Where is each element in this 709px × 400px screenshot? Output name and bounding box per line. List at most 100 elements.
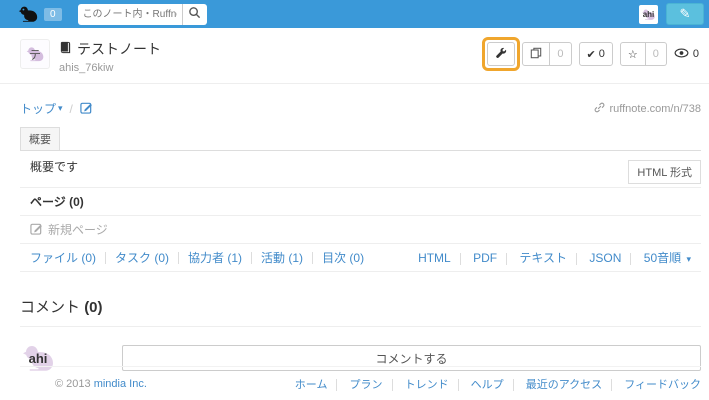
separator <box>312 252 313 264</box>
summary-text: 概要です <box>30 160 78 174</box>
pages-header-text: ページ (0) <box>30 193 84 210</box>
link-pdf[interactable]: PDF <box>473 251 497 265</box>
watch-count: 0 <box>674 48 699 61</box>
footer-links: ホーム プラン トレンド ヘルプ 最近のアクセス フィードバック <box>295 376 701 392</box>
link-json[interactable]: JSON <box>589 251 621 265</box>
pencil-icon: ✎ <box>680 6 691 22</box>
book-icon <box>59 41 72 57</box>
settings-button-wrapper <box>487 42 515 66</box>
separator <box>630 253 631 265</box>
comments-divider <box>20 326 701 327</box>
note-avatar-label: テ <box>29 46 41 63</box>
copyright-text: © 2013 <box>55 378 91 390</box>
star-button-group: ☆ 0 <box>620 42 667 66</box>
copyright: © 2013 mindia Inc. <box>20 378 147 390</box>
user-avatar[interactable]: ahi <box>639 5 658 24</box>
comment-avatar-label: ahi <box>29 351 48 366</box>
breadcrumb-edit-button[interactable] <box>80 101 93 117</box>
separator <box>458 379 459 391</box>
link-tasks[interactable]: タスク (0) <box>115 249 169 266</box>
separator <box>392 379 393 391</box>
star-button[interactable]: ☆ <box>620 42 646 66</box>
link-activity[interactable]: 活動 (1) <box>261 249 303 266</box>
navbar: 0 ahi ✎ <box>0 0 709 28</box>
note-links-row: ファイル (0) タスク (0) 協力者 (1) 活動 (1) 目次 (0) H… <box>20 244 701 272</box>
footer-link-help[interactable]: ヘルプ <box>471 379 504 391</box>
footer: © 2013 mindia Inc. ホーム プラン トレンド ヘルプ 最近のア… <box>20 366 701 394</box>
settings-button[interactable] <box>487 42 515 66</box>
check-button[interactable]: ✔ 0 <box>579 42 613 66</box>
pages-header: ページ (0) <box>20 188 701 216</box>
comments-header-label: コメント <box>20 299 80 316</box>
footer-link-recent-access[interactable]: 最近のアクセス <box>526 379 602 391</box>
note-url-text: ruffnote.com/n/738 <box>609 103 701 115</box>
header-divider <box>0 83 709 84</box>
link-toc[interactable]: 目次 (0) <box>322 249 364 266</box>
link-files[interactable]: ファイル (0) <box>30 249 96 266</box>
search-input[interactable] <box>78 4 182 25</box>
watch-count-value: 0 <box>693 48 699 60</box>
footer-link-feedback[interactable]: フィードバック <box>624 379 701 391</box>
note-header: テ テストノート ahis_76kiw <box>20 28 701 83</box>
link-icon <box>594 102 605 116</box>
note-toolbar: 0 ✔ 0 ☆ 0 0 <box>487 39 701 66</box>
copy-count[interactable]: 0 <box>550 42 571 66</box>
breadcrumb: トップ ▾ / ruffnote.com/n/738 <box>20 100 701 117</box>
navbar-right: ahi ✎ <box>639 3 704 25</box>
comments-header: コメント (0) <box>20 296 701 317</box>
note-title-text: テストノート <box>77 39 161 59</box>
sort-label: 50音順 <box>644 251 681 265</box>
new-note-button[interactable]: ✎ <box>666 3 704 25</box>
notification-badge[interactable]: 0 <box>44 8 62 21</box>
separator <box>576 253 577 265</box>
bird-logo-icon[interactable] <box>17 3 39 25</box>
check-count: 0 <box>599 48 605 60</box>
note-titles: テストノート ahis_76kiw <box>59 39 161 74</box>
star-count[interactable]: 0 <box>646 42 667 66</box>
tab-summary[interactable]: 概要 <box>20 127 60 151</box>
note-url: ruffnote.com/n/738 <box>594 102 701 116</box>
edit-square-icon <box>30 222 43 238</box>
search-icon <box>188 6 201 22</box>
comments-header-count: (0) <box>84 299 102 316</box>
note-owner: ahis_76kiw <box>59 62 161 74</box>
separator <box>460 253 461 265</box>
caret-down-icon[interactable]: ▾ <box>58 103 63 114</box>
breadcrumb-separator: / <box>70 102 73 116</box>
separator <box>336 379 337 391</box>
footer-link-plan[interactable]: プラン <box>350 379 383 391</box>
footer-link-trend[interactable]: トレンド <box>405 379 449 391</box>
link-text[interactable]: テキスト <box>519 251 567 265</box>
sort-dropdown[interactable]: 50音順 ▾ <box>644 251 691 265</box>
company-link[interactable]: mindia Inc. <box>94 378 147 390</box>
search-box <box>78 4 207 25</box>
user-avatar-label: ahi <box>643 10 655 19</box>
eye-icon <box>674 48 689 61</box>
star-icon: ☆ <box>628 48 638 61</box>
page-title: テストノート <box>59 39 161 59</box>
check-icon: ✔ <box>587 48 596 61</box>
copy-button[interactable] <box>522 42 550 66</box>
separator <box>251 252 252 264</box>
copy-icon <box>530 47 542 62</box>
breadcrumb-top-link[interactable]: トップ <box>20 100 56 117</box>
new-page-button[interactable]: 新規ページ <box>20 216 701 244</box>
caret-down-icon: ▾ <box>686 254 691 264</box>
edit-square-icon <box>80 103 93 117</box>
separator <box>506 253 507 265</box>
summary-panel: 概要 概要です HTML 形式 ページ (0) 新規ページ ファイル (0) タ… <box>20 126 701 272</box>
separator <box>105 252 106 264</box>
html-format-button[interactable]: HTML 形式 <box>628 160 701 184</box>
comments-section: コメント (0) ahi コメントする <box>20 296 701 376</box>
footer-link-home[interactable]: ホーム <box>295 379 328 391</box>
link-html[interactable]: HTML <box>418 251 451 265</box>
copy-button-group: 0 <box>522 42 571 66</box>
link-collaborators[interactable]: 協力者 (1) <box>188 249 242 266</box>
export-links: HTML PDF テキスト JSON 50音順 ▾ <box>418 249 691 266</box>
new-page-label: 新規ページ <box>48 221 108 238</box>
note-avatar[interactable]: テ <box>20 39 50 69</box>
separator <box>178 252 179 264</box>
summary-content-area: 概要です HTML 形式 <box>20 150 701 188</box>
search-button[interactable] <box>182 4 207 25</box>
separator <box>513 379 514 391</box>
